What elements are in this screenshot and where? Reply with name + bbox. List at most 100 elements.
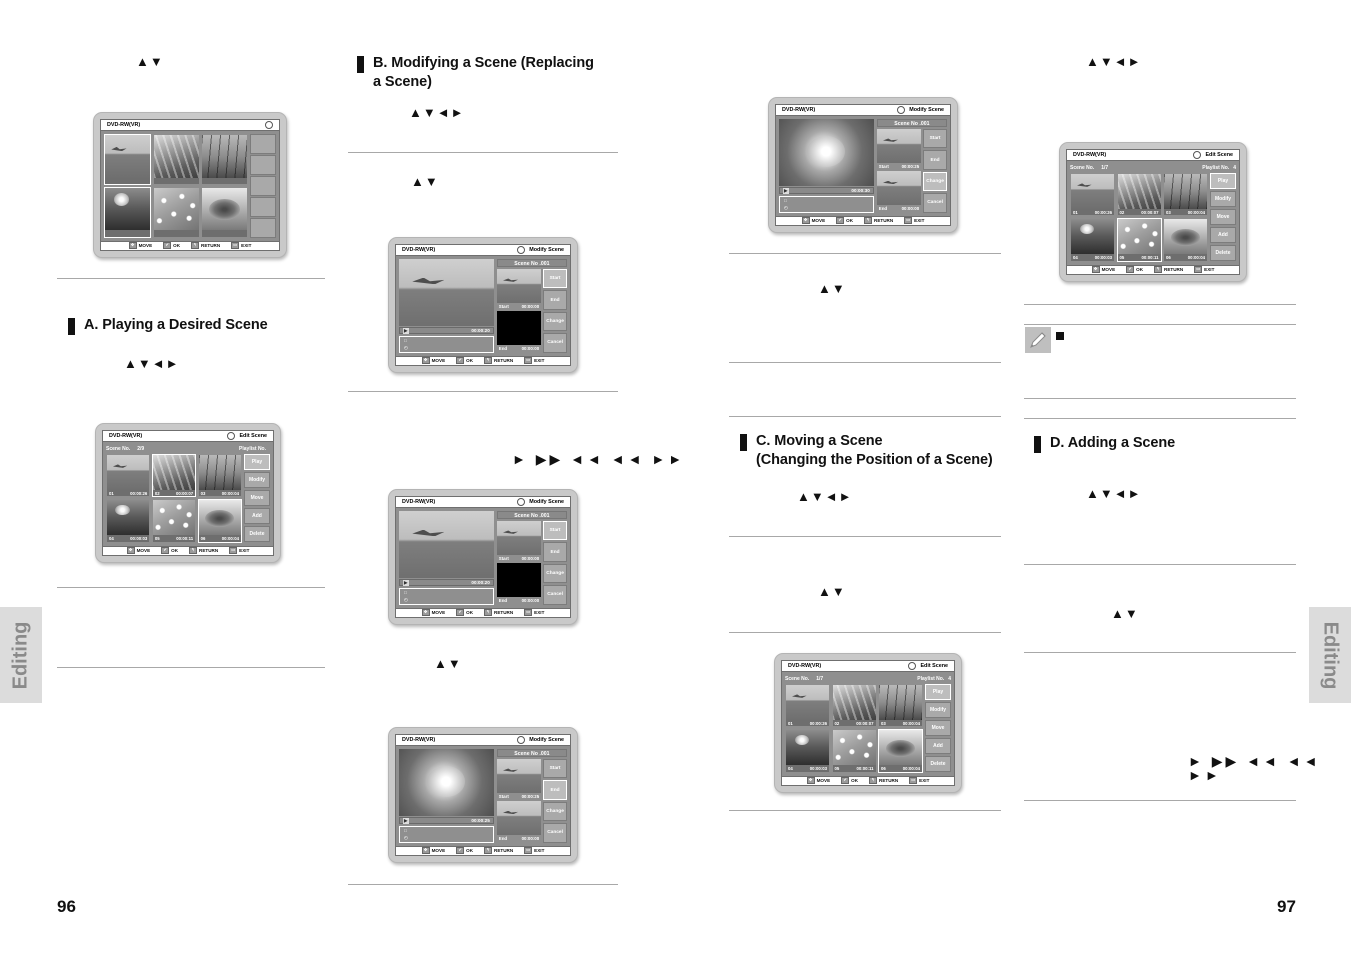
start-time-value: 00:00:00 <box>521 555 540 561</box>
thumbnail-cell[interactable]: 05 00:00:11 <box>1116 217 1162 262</box>
osd-button-delete[interactable]: Delete <box>1210 244 1236 262</box>
thumbnail-label <box>105 230 150 237</box>
osd-button-play[interactable]: Play <box>925 683 951 701</box>
osd-button-add[interactable]: Add <box>1210 226 1236 244</box>
thumbnail-cell[interactable]: 01 00:00:26 <box>785 684 830 728</box>
thumbnail-cell[interactable]: 06 00:00:04 <box>197 498 242 543</box>
thumbnail-cell[interactable] <box>153 187 200 238</box>
thumbnail-cell[interactable] <box>153 134 200 185</box>
osd-button[interactable] <box>250 197 276 217</box>
osd-button[interactable] <box>250 176 276 196</box>
end-time-value: 00:00:00 <box>521 346 540 351</box>
osd-button-change[interactable]: Change <box>543 563 567 584</box>
thumbnail-cell[interactable] <box>104 134 151 185</box>
osd-button-delete[interactable]: Delete <box>925 755 951 773</box>
osd-button-end[interactable]: End <box>543 542 567 562</box>
thumbnail-label <box>202 177 247 184</box>
thumbnail-cell[interactable]: 02 00:00:07 <box>1117 173 1162 217</box>
thumbnail-cell[interactable]: 01 00:00:26 <box>106 454 150 498</box>
thumbnail-index: 06 <box>881 765 886 771</box>
thumbnail-cell[interactable] <box>104 186 151 238</box>
thumbnail-cell[interactable]: 03 00:00:04 <box>878 684 923 728</box>
osd-button-add[interactable]: Add <box>244 507 270 525</box>
osd-button-end[interactable]: End <box>543 290 567 310</box>
end-clip-image <box>496 801 542 835</box>
osd-body: Scene No. 2/9 Playlist No. 01 00:00:26 02 00:0… <box>103 442 273 546</box>
thumbnail-cell[interactable]: 04 00:00:03 <box>1070 218 1115 262</box>
osd-button-modify[interactable]: Modify <box>244 471 270 489</box>
footer-key-icon: ↰ <box>864 217 873 225</box>
start-label: Start <box>878 163 889 169</box>
thumbnail-duration: 00:00:26 <box>130 490 148 496</box>
osd-button-start[interactable]: Start <box>543 269 567 289</box>
footer-key-icon: ✥ <box>421 357 430 365</box>
osd-button-end[interactable]: End <box>543 780 567 800</box>
osd-button-change[interactable]: Change <box>923 171 947 192</box>
osd-footer: ✥ MOVE ✔ OK ↰ RETURN ▭ EXIT <box>396 607 570 617</box>
thumbnail-cell[interactable] <box>201 134 248 185</box>
arrow-glyphs-a: ▲▼◄► <box>124 356 180 371</box>
osd-button-change[interactable]: Change <box>543 801 567 822</box>
thumbnail-cell[interactable]: 04 00:00:03 <box>106 499 150 543</box>
osd-button[interactable] <box>250 134 276 154</box>
footer-hint: ✔ OK <box>1126 266 1143 274</box>
footer-hint: ✔ OK <box>161 547 178 555</box>
heading-accent-bar <box>68 318 75 335</box>
osd-button-delete[interactable]: Delete <box>244 525 270 543</box>
end-clip-label: End 00:00:00 <box>497 598 541 605</box>
thumbnail-cell[interactable]: 04 00:00:03 <box>785 729 830 773</box>
osd-screen-modify-scene-4: DVD-RW(VR) Modify Scene ▶ 00:00:30 □ ◴ Scene N… <box>768 97 958 233</box>
osd-button-play[interactable]: Play <box>244 453 270 471</box>
osd-button[interactable] <box>250 155 276 175</box>
arrow-glyphs-b: ▲▼◄► <box>409 105 465 120</box>
osd-info-row: Scene No. 1/7 Playlist No. 4 <box>785 675 951 682</box>
osd-button-change[interactable]: Change <box>543 311 567 332</box>
osd-button-end[interactable]: End <box>923 150 947 170</box>
osd-button-move[interactable]: Move <box>1210 208 1236 226</box>
osd-button-cancel[interactable]: Cancel <box>923 193 947 213</box>
osd-mode-label: Edit Scene <box>239 433 267 439</box>
osd-title-bar: DVD-RW(VR) <box>101 120 279 131</box>
thumbnail-image <box>1164 173 1207 209</box>
footer-key-icon: ↰ <box>484 847 493 855</box>
footer-hint-label: OK <box>851 778 859 784</box>
thumbnail-label: 06 00:00:04 <box>1164 254 1207 261</box>
osd-button-start[interactable]: Start <box>543 521 567 541</box>
thumbnail-duration: 00:00:26 <box>1094 209 1112 215</box>
footer-key-icon: ✥ <box>128 242 137 250</box>
thumbnail-cell[interactable] <box>201 187 248 238</box>
photo-dish <box>198 499 241 535</box>
manual-page-spread: Editing Editing 96 97 ▲▼ DVD-RW(VR) ✥ MOVE… <box>0 0 1351 954</box>
thumbnail-cell[interactable]: 02 00:00:07 <box>151 453 197 498</box>
thumbnail-cell[interactable]: 06 00:00:04 <box>878 728 923 773</box>
osd-button-move[interactable]: Move <box>925 719 951 737</box>
photo-grass <box>832 684 876 720</box>
footer-hint: ▭ EXIT <box>1194 266 1214 274</box>
thumbnail-row <box>104 134 248 185</box>
thumbnail-cell[interactable]: 02 00:00:07 <box>832 684 877 728</box>
osd-footer: ✥ MOVE ✔ OK ↰ RETURN ▭ EXIT <box>396 355 570 365</box>
thumbnail-cell[interactable]: 03 00:00:04 <box>198 454 242 498</box>
osd-button-cancel[interactable]: Cancel <box>543 585 567 605</box>
osd-mode-label: Edit Scene <box>920 663 948 669</box>
footer-key-icon: ✥ <box>126 547 135 555</box>
osd-button-modify[interactable]: Modify <box>1210 190 1236 208</box>
osd-button-start[interactable]: Start <box>543 759 567 779</box>
thumbnail-cell[interactable]: 01 00:00:26 <box>1070 173 1115 217</box>
osd-button-move[interactable]: Move <box>244 489 270 507</box>
osd-button-cancel[interactable]: Cancel <box>543 333 567 353</box>
osd-button-play[interactable]: Play <box>1210 172 1236 190</box>
playback-progress-bar: ▶ 00:00:20 <box>399 579 494 586</box>
osd-title-bar: DVD-RW(VR) Modify Scene <box>396 245 570 256</box>
thumbnail-cell[interactable]: 05 00:00:11 <box>832 729 877 773</box>
osd-button[interactable] <box>250 218 276 238</box>
heading-c: C. Moving a Scene (Changing the Position… <box>756 433 993 468</box>
thumbnail-cell[interactable]: 03 00:00:04 <box>1163 173 1208 217</box>
thumbnail-cell[interactable]: 06 00:00:04 <box>1163 218 1208 262</box>
osd-mode-label-wrap: Edit Scene <box>908 662 948 670</box>
osd-button-cancel[interactable]: Cancel <box>543 823 567 843</box>
osd-button-modify[interactable]: Modify <box>925 701 951 719</box>
thumbnail-cell[interactable]: 05 00:00:11 <box>152 499 196 543</box>
osd-button-add[interactable]: Add <box>925 737 951 755</box>
osd-button-start[interactable]: Start <box>923 129 947 149</box>
